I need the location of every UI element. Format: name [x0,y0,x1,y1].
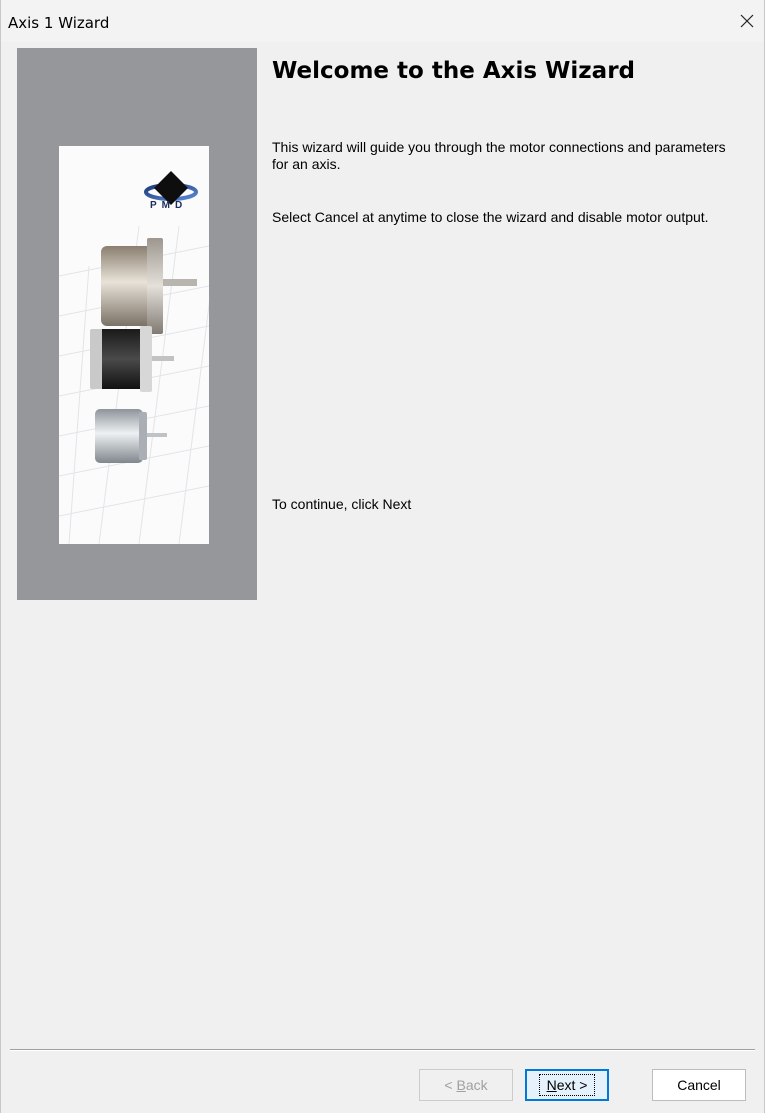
product-banner-image: PRO·MOTION PMD [59,146,209,544]
cancel-button[interactable]: Cancel [652,1069,746,1101]
intro-text: This wizard will guide you through the m… [272,139,726,172]
page-title: Welcome to the Axis Wizard [272,58,636,84]
window-title: Axis 1 Wizard [8,14,110,32]
wizard-side-panel: PRO·MOTION PMD [17,48,257,600]
back-button[interactable]: < Back [419,1069,513,1101]
back-button-label-rest: ack [465,1077,488,1093]
close-button[interactable] [730,6,764,36]
svg-text:PMD: PMD [150,200,187,211]
back-button-prefix: < [444,1077,457,1093]
close-icon [740,14,754,28]
next-button-label-rest: ext > [556,1077,588,1093]
next-button-accesskey: N [546,1077,557,1093]
cancel-hint-text: Select Cancel at anytime to close the wi… [272,209,709,225]
title-bar: Axis 1 Wizard [1,0,764,42]
back-button-accesskey: B [456,1077,466,1093]
wizard-window: Axis 1 Wizard PMD Welcome to the Axis Wi… [0,0,765,1113]
next-button-label: Next > [538,1074,596,1096]
next-button[interactable]: Next > [525,1069,609,1101]
footer-divider [10,1049,755,1051]
continue-hint-text: To continue, click Next [272,496,412,512]
